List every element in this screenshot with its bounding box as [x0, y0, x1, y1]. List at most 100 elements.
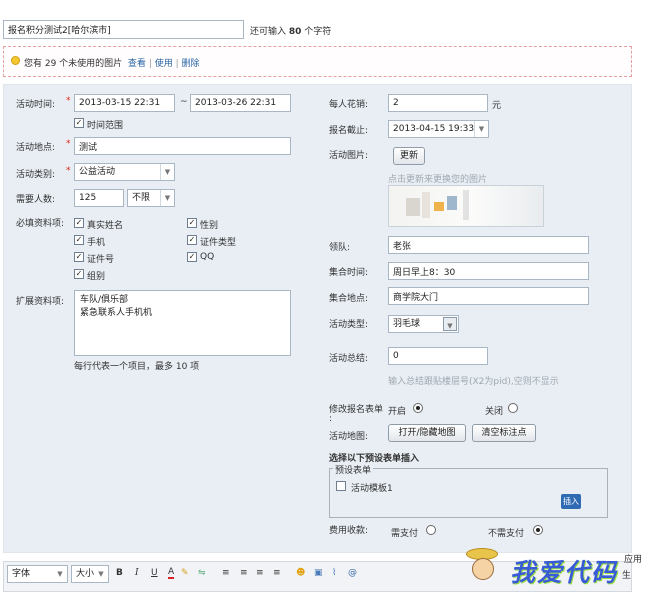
attachment-icon[interactable]: ⌇: [332, 568, 336, 578]
required-star: *: [66, 166, 71, 176]
insert-button[interactable]: 插入: [561, 494, 581, 509]
font-select[interactable]: 字体 ▼: [7, 565, 68, 583]
chevron-down-icon: ▼: [160, 164, 174, 180]
required-star: *: [66, 96, 71, 106]
modify-form-colon: :: [329, 414, 333, 424]
summary-label: 活动总结:: [329, 354, 369, 364]
open-radio[interactable]: [413, 403, 423, 413]
category-label: 活动类别:: [16, 170, 56, 180]
preset-legend: 预设表单: [333, 463, 374, 476]
ext-label: 扩展资料项:: [16, 297, 65, 307]
leader-label: 领队:: [329, 243, 351, 253]
tilde: ~: [180, 97, 188, 107]
time-label: 活动时间:: [16, 100, 56, 110]
ext-hint: 每行代表一个项目，最多 10 项: [74, 362, 200, 372]
need-limit-select[interactable]: 不限 ▼: [127, 189, 175, 207]
cost-label: 每人花销:: [329, 100, 369, 110]
gather-time-input[interactable]: [388, 262, 589, 280]
category-select[interactable]: 公益活动 ▼: [74, 163, 175, 181]
view-images-link[interactable]: 查看: [128, 59, 146, 69]
required-item-checkbox[interactable]: ✓: [187, 218, 197, 228]
required-item-label: 手机: [87, 238, 106, 248]
watermark-side2: 生: [622, 571, 632, 581]
title-input[interactable]: [3, 20, 244, 39]
char-hint-count: 80: [288, 27, 302, 37]
modify-form-label: 修改报名表单: [329, 405, 384, 415]
time-range-checkbox[interactable]: ✓: [74, 118, 84, 128]
chevron-down-icon: ▼: [474, 121, 488, 137]
char-hint: 还可输入 80 个字符: [250, 24, 331, 37]
gather-place-input[interactable]: [388, 287, 589, 305]
close-label: 关闭: [485, 407, 504, 417]
clear-markers-button[interactable]: 清空标注点: [472, 424, 536, 442]
place-input[interactable]: [74, 137, 291, 155]
need-input[interactable]: [74, 189, 124, 207]
align-right-icon[interactable]: ≡: [256, 568, 264, 578]
required-item-checkbox[interactable]: ✓: [74, 269, 84, 279]
italic-button[interactable]: I: [135, 568, 139, 578]
required-item-label: 真实姓名: [87, 221, 124, 231]
highlight-icon[interactable]: ✎: [181, 568, 189, 578]
cost-input[interactable]: [388, 94, 488, 112]
type-value: 羽毛球: [393, 319, 421, 329]
delete-images-link[interactable]: 删除: [182, 59, 200, 69]
size-select[interactable]: 大小 ▼: [71, 565, 109, 583]
need-label: 需要人数:: [16, 195, 56, 205]
fee-need-radio[interactable]: [426, 525, 436, 535]
type-select[interactable]: 羽毛球 ▼: [388, 315, 459, 333]
deadline-label: 报名截止:: [329, 126, 369, 136]
image-icon[interactable]: ▣: [314, 568, 323, 578]
toggle-map-button[interactable]: 打开/隐藏地图: [388, 424, 466, 442]
ext-line: 车队/俱乐部: [80, 295, 129, 305]
required-item-checkbox[interactable]: ✓: [187, 252, 197, 262]
place-label: 活动地点:: [16, 143, 56, 153]
emoticon-icon[interactable]: ☻: [296, 568, 305, 578]
time-start-input[interactable]: [74, 94, 175, 112]
preset-item-checkbox[interactable]: [336, 481, 346, 491]
image-shape: [463, 190, 469, 220]
chevron-down-icon: ▼: [57, 570, 63, 578]
at-icon[interactable]: @: [348, 568, 357, 578]
required-item-checkbox[interactable]: ✓: [74, 252, 84, 262]
map-label: 活动地图:: [329, 432, 369, 442]
summary-input[interactable]: [388, 347, 488, 365]
face-icon: [472, 558, 494, 580]
underline-button[interactable]: U: [151, 568, 158, 578]
image-shape: [434, 202, 444, 211]
bold-button[interactable]: B: [116, 568, 123, 578]
chevron-down-icon: ▼: [443, 317, 457, 331]
watermark-side: 应用: [624, 555, 643, 565]
required-item-checkbox[interactable]: ✓: [74, 235, 84, 245]
image-shape: [422, 192, 430, 218]
fee-label: 费用收款:: [329, 526, 369, 536]
font-color-button[interactable]: A: [168, 568, 175, 579]
use-images-link[interactable]: 使用: [155, 59, 173, 69]
type-label: 活动类型:: [329, 320, 369, 330]
image-shape: [447, 196, 457, 210]
cost-unit: 元: [492, 101, 502, 111]
time-end-input[interactable]: [190, 94, 291, 112]
ext-textarea[interactable]: 车队/俱乐部 紧急联系人手机机: [74, 290, 291, 356]
required-item-checkbox[interactable]: ✓: [74, 218, 84, 228]
font-label: 字体: [12, 569, 31, 579]
update-image-button[interactable]: 更新: [393, 147, 425, 165]
leader-input[interactable]: [388, 236, 589, 254]
gather-time-label: 集合时间:: [329, 268, 369, 278]
required-star: *: [66, 139, 71, 149]
align-left-icon[interactable]: ≡: [222, 568, 230, 578]
required-item-checkbox[interactable]: ✓: [187, 235, 197, 245]
required-label: 必填资料项:: [16, 219, 65, 229]
align-center-icon[interactable]: ≡: [240, 568, 248, 578]
deadline-select[interactable]: 2013-04-15 19:33 ▼: [388, 120, 489, 138]
watermark-logo: [462, 546, 504, 588]
justify-icon[interactable]: ≡: [273, 568, 281, 578]
time-range-label: 时间范围: [87, 121, 124, 131]
need-limit-value: 不限: [132, 193, 151, 203]
chevron-down-icon: ▼: [98, 570, 104, 578]
close-radio[interactable]: [508, 403, 518, 413]
category-value: 公益活动: [79, 167, 116, 177]
fee-none-radio[interactable]: [533, 525, 543, 535]
link-icon[interactable]: ⇋: [198, 568, 206, 578]
char-hint-prefix: 还可输入: [250, 27, 287, 37]
required-item-label: QQ: [200, 252, 215, 262]
